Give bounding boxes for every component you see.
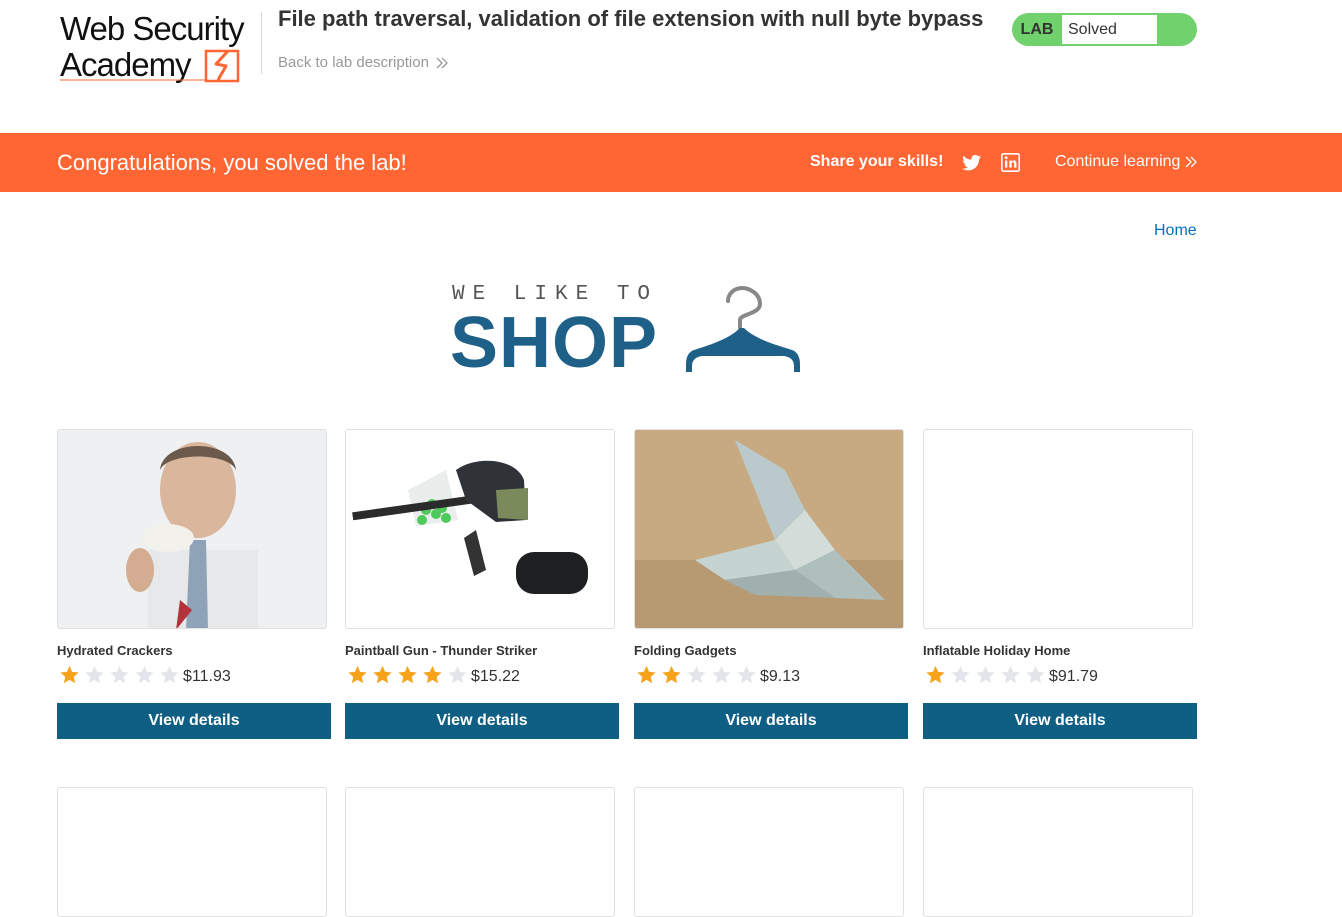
- academy-header: Web Security Academy File path traversal…: [0, 0, 1342, 133]
- star-rating: [57, 664, 182, 686]
- star-empty-icon: [976, 665, 995, 684]
- logo-icon: Web Security Academy: [60, 10, 246, 83]
- linkedin-icon[interactable]: [1001, 153, 1020, 172]
- star-filled-icon: [926, 665, 945, 684]
- star-filled-icon: [637, 665, 656, 684]
- product-name: Inflatable Holiday Home: [923, 643, 1071, 658]
- twitter-icon[interactable]: [962, 153, 982, 173]
- logo-line2: Academy: [60, 46, 192, 83]
- product-image: [57, 429, 327, 629]
- solved-message: Congratulations, you solved the lab!: [57, 150, 407, 175]
- lab-solved-banner: Congratulations, you solved the lab! Sha…: [0, 133, 1342, 192]
- star-empty-icon: [448, 665, 467, 684]
- star-filled-icon: [398, 665, 417, 684]
- star-empty-icon: [1001, 665, 1020, 684]
- logo-line1: Web Security: [60, 10, 245, 47]
- product-price: $11.93: [183, 668, 231, 685]
- lab-status-badge: LAB Solved: [1012, 13, 1197, 46]
- back-to-lab-description-link[interactable]: Back to lab description: [278, 54, 449, 71]
- header-divider: [261, 12, 262, 74]
- home-link[interactable]: Home: [1154, 222, 1197, 240]
- product-price: $15.22: [471, 668, 520, 685]
- product-rating: $9.13: [634, 664, 800, 686]
- star-empty-icon: [687, 665, 706, 684]
- shop-banner: WE LIKE TO SHOP: [450, 280, 810, 383]
- star-empty-icon: [160, 665, 179, 684]
- star-empty-icon: [712, 665, 731, 684]
- star-rating: [634, 664, 759, 686]
- folding-gadgets-image: [635, 430, 903, 628]
- star-empty-icon: [110, 665, 129, 684]
- product-image: [345, 787, 615, 917]
- product-image: [923, 787, 1193, 917]
- double-chevron-right-icon: [1185, 156, 1198, 168]
- star-rating: [345, 664, 470, 686]
- product-name: Folding Gadgets: [634, 643, 737, 658]
- web-security-academy-logo[interactable]: Web Security Academy: [58, 10, 258, 84]
- product-card: Paintball Gun - Thunder Striker $15.22 V…: [345, 429, 620, 741]
- product-rating: $15.22: [345, 664, 520, 686]
- view-details-button[interactable]: View details: [345, 703, 619, 739]
- lab-title: File path traversal, validation of file …: [278, 6, 984, 31]
- star-filled-icon: [348, 665, 367, 684]
- product-rating: $91.79: [923, 664, 1098, 686]
- product-image: [634, 787, 904, 917]
- star-rating: [923, 664, 1048, 686]
- product-price: $91.79: [1049, 668, 1098, 685]
- view-details-button[interactable]: View details: [57, 703, 331, 739]
- product-rating: $11.93: [57, 664, 231, 686]
- star-filled-icon: [373, 665, 392, 684]
- shop-word: SHOP: [450, 303, 659, 383]
- star-filled-icon: [662, 665, 681, 684]
- star-empty-icon: [951, 665, 970, 684]
- continue-learning-link[interactable]: Continue learning: [1055, 153, 1198, 171]
- product-image: [57, 787, 327, 917]
- product-image: [923, 429, 1193, 629]
- hanger-icon: [686, 285, 800, 372]
- paintball-gun-image: [346, 430, 614, 628]
- hydrated-crackers-image: [58, 430, 326, 628]
- star-filled-icon: [60, 665, 79, 684]
- star-empty-icon: [1026, 665, 1045, 684]
- product-image: [345, 429, 615, 629]
- star-filled-icon: [423, 665, 442, 684]
- share-skills-label: Share your skills!: [810, 153, 944, 170]
- product-name: Paintball Gun - Thunder Striker: [345, 643, 538, 658]
- product-price: $9.13: [760, 668, 801, 685]
- star-empty-icon: [737, 665, 756, 684]
- continue-learning-label: Continue learning: [1055, 153, 1181, 170]
- product-card: Inflatable Holiday Home $91.79 View deta…: [923, 429, 1198, 741]
- lab-status-value: Solved: [1062, 15, 1157, 44]
- double-chevron-right-icon: [436, 57, 448, 68]
- back-link-label: Back to lab description: [278, 54, 429, 71]
- lab-status-label: LAB: [1020, 20, 1054, 38]
- product-card: Folding Gadgets $9.13 View details: [634, 429, 909, 741]
- product-name: Hydrated Crackers: [57, 643, 173, 658]
- product-image: [634, 429, 904, 629]
- product-card: Hydrated Crackers $11.93 View details: [57, 429, 332, 741]
- star-empty-icon: [135, 665, 154, 684]
- view-details-button[interactable]: View details: [634, 703, 908, 739]
- star-empty-icon: [85, 665, 104, 684]
- view-details-button[interactable]: View details: [923, 703, 1197, 739]
